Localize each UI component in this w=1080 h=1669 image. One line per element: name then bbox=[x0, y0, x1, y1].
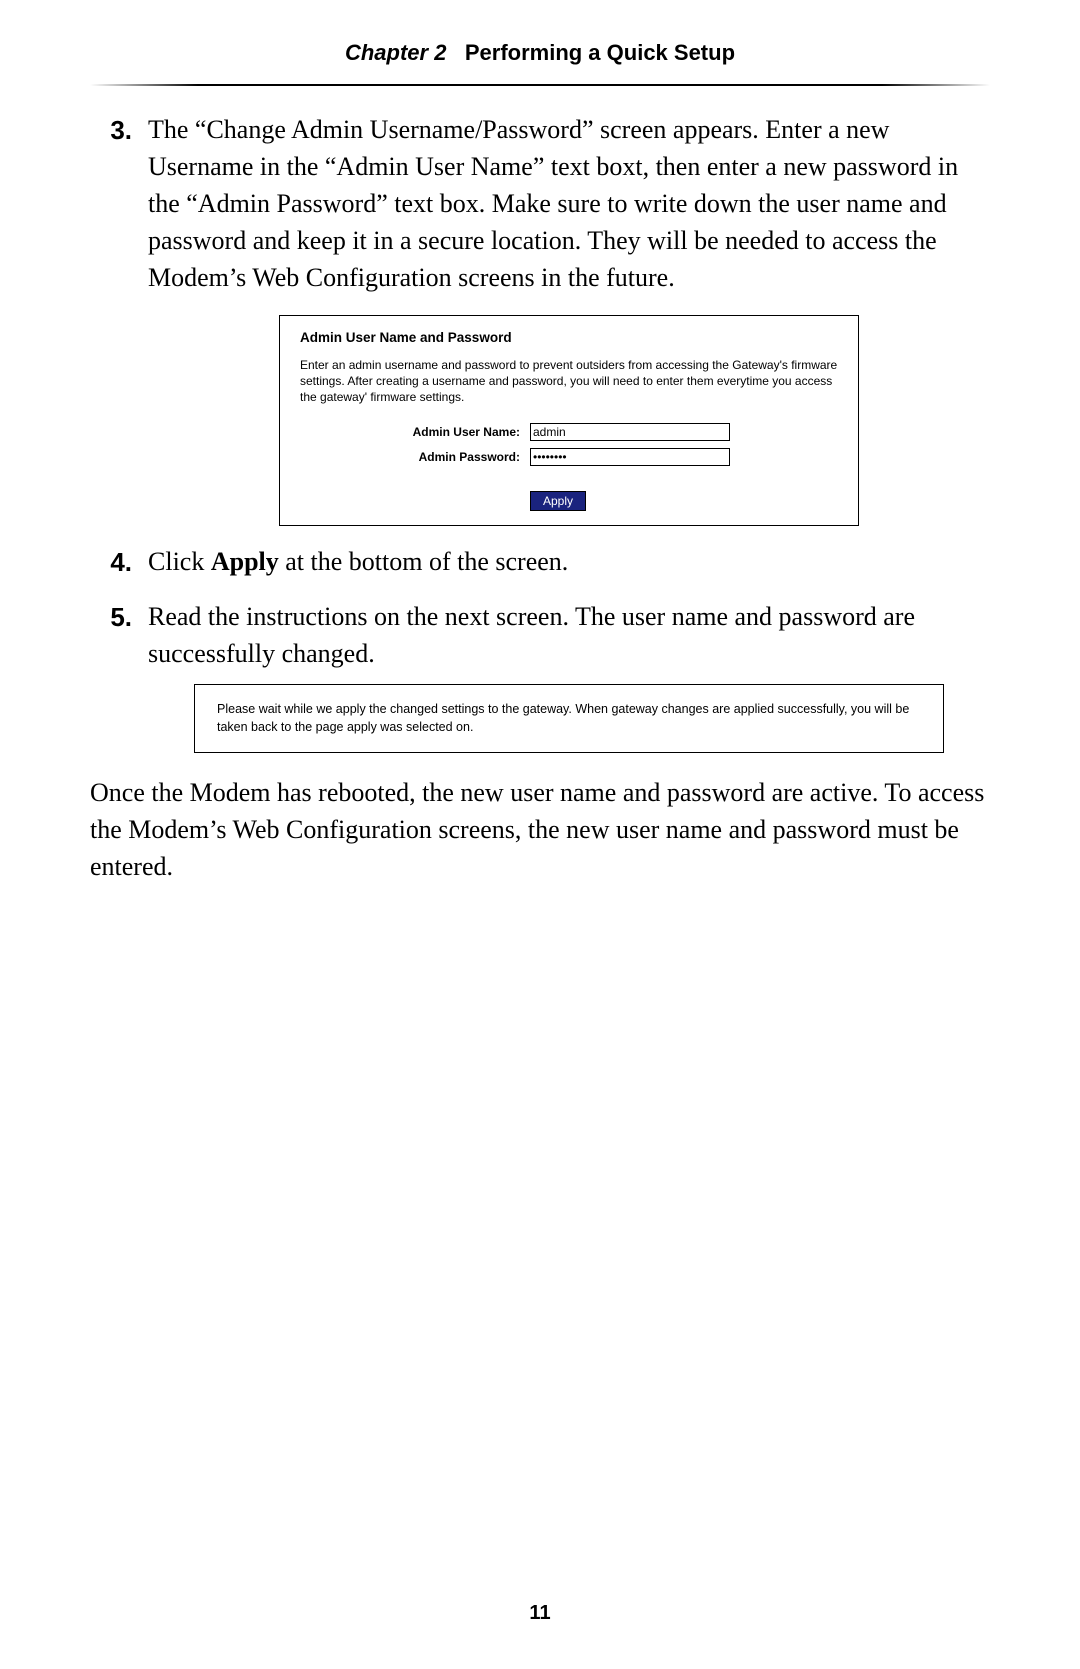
dialog-description: Enter an admin username and password to … bbox=[300, 357, 838, 406]
running-header: Chapter 2 Performing a Quick Setup bbox=[90, 40, 990, 84]
step-number: 5. bbox=[90, 599, 132, 636]
apply-wait-message: Please wait while we apply the changed s… bbox=[194, 684, 944, 753]
chapter-number: Chapter 2 bbox=[345, 40, 446, 65]
step-5: 5. Read the instructions on the next scr… bbox=[90, 599, 990, 754]
chapter-title: Performing a Quick Setup bbox=[465, 40, 735, 65]
header-rule bbox=[90, 84, 990, 86]
step-number: 3. bbox=[90, 112, 132, 149]
dialog-title: Admin User Name and Password bbox=[300, 328, 838, 347]
password-row: Admin Password: bbox=[300, 448, 838, 467]
step-text-post: at the bottom of the screen. bbox=[279, 547, 569, 576]
instruction-list: 3. The “Change Admin Username/Password” … bbox=[90, 112, 990, 753]
admin-password-input[interactable] bbox=[530, 448, 730, 466]
username-label: Admin User Name: bbox=[300, 424, 530, 441]
admin-dialog-screenshot: Admin User Name and Password Enter an ad… bbox=[148, 315, 990, 526]
step-text: Read the instructions on the next screen… bbox=[148, 602, 915, 668]
step-number: 4. bbox=[90, 544, 132, 581]
step-3: 3. The “Change Admin Username/Password” … bbox=[90, 112, 990, 526]
step-text-pre: Click bbox=[148, 547, 211, 576]
page-number: 11 bbox=[0, 1602, 1080, 1625]
apply-button-row: Apply bbox=[300, 491, 838, 511]
apply-message-screenshot: Please wait while we apply the changed s… bbox=[148, 684, 990, 753]
password-label: Admin Password: bbox=[300, 449, 530, 466]
apply-button[interactable]: Apply bbox=[530, 491, 586, 511]
admin-credentials-dialog: Admin User Name and Password Enter an ad… bbox=[279, 315, 859, 526]
manual-page: Chapter 2 Performing a Quick Setup 3. Th… bbox=[0, 0, 1080, 1669]
admin-username-input[interactable] bbox=[530, 423, 730, 441]
step-text-bold: Apply bbox=[211, 547, 279, 576]
step-text: The “Change Admin Username/Password” scr… bbox=[148, 115, 958, 292]
username-row: Admin User Name: bbox=[300, 423, 838, 442]
closing-paragraph: Once the Modem has rebooted, the new use… bbox=[90, 775, 990, 886]
step-4: 4. Click Apply at the bottom of the scre… bbox=[90, 544, 990, 581]
